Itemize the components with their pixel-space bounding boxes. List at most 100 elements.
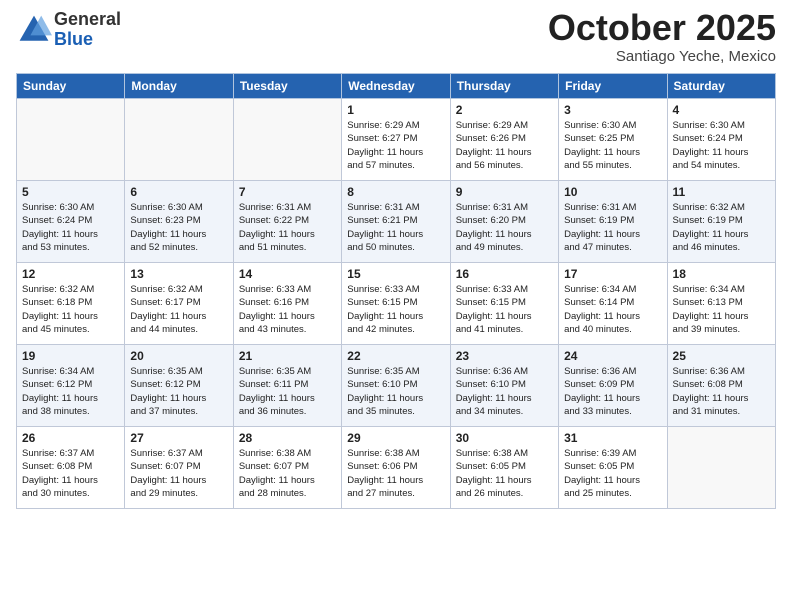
calendar-cell: 10 Sunrise: 6:31 AM Sunset: 6:19 PM Dayli… [559,181,667,263]
day-info: Sunrise: 6:37 AM Sunset: 6:08 PM Dayligh… [22,447,119,500]
day-info: Sunrise: 6:34 AM Sunset: 6:12 PM Dayligh… [22,365,119,418]
calendar-cell [233,99,341,181]
day-info: Sunrise: 6:33 AM Sunset: 6:15 PM Dayligh… [456,283,553,336]
calendar-cell: 5 Sunrise: 6:30 AM Sunset: 6:24 PM Daylig… [17,181,125,263]
day-number: 15 [347,267,444,281]
day-info: Sunrise: 6:38 AM Sunset: 6:07 PM Dayligh… [239,447,336,500]
calendar-cell: 4Sunrise: 6:30 AM Sunset: 6:24 PM Daylig… [667,99,775,181]
weekday-thursday: Thursday [450,74,558,99]
calendar-cell: 27 Sunrise: 6:37 AM Sunset: 6:07 PM Dayli… [125,427,233,509]
calendar-cell: 18Sunrise: 6:34 AM Sunset: 6:13 PM Dayli… [667,263,775,345]
day-number: 1 [347,103,444,117]
logo: General Blue [16,10,121,50]
day-number: 31 [564,431,661,445]
day-info: Sunrise: 6:29 AM Sunset: 6:27 PM Dayligh… [347,119,444,172]
calendar-cell: 12 Sunrise: 6:32 AM Sunset: 6:18 PM Dayli… [17,263,125,345]
calendar-cell [667,427,775,509]
day-number: 27 [130,431,227,445]
day-number: 13 [130,267,227,281]
day-info: Sunrise: 6:33 AM Sunset: 6:16 PM Dayligh… [239,283,336,336]
day-info: Sunrise: 6:32 AM Sunset: 6:19 PM Dayligh… [673,201,770,254]
day-number: 5 [22,185,119,199]
weekday-header-row: SundayMondayTuesdayWednesdayThursdayFrid… [17,74,776,99]
day-info: Sunrise: 6:31 AM Sunset: 6:21 PM Dayligh… [347,201,444,254]
week-row-4: 26 Sunrise: 6:37 AM Sunset: 6:08 PM Dayli… [17,427,776,509]
week-row-0: 1 Sunrise: 6:29 AM Sunset: 6:27 PM Daylig… [17,99,776,181]
calendar-cell: 16 Sunrise: 6:33 AM Sunset: 6:15 PM Dayli… [450,263,558,345]
day-number: 26 [22,431,119,445]
calendar-table: SundayMondayTuesdayWednesdayThursdayFrid… [16,73,776,509]
day-number: 7 [239,185,336,199]
calendar-cell: 25 Sunrise: 6:36 AM Sunset: 6:08 PM Dayli… [667,345,775,427]
title-block: October 2025 Santiago Yeche, Mexico [548,10,776,65]
day-info: Sunrise: 6:30 AM Sunset: 6:24 PM Dayligh… [673,119,770,172]
calendar-cell: 23Sunrise: 6:36 AM Sunset: 6:10 PM Dayli… [450,345,558,427]
month-title: October 2025 [548,10,776,46]
day-info: Sunrise: 6:38 AM Sunset: 6:05 PM Dayligh… [456,447,553,500]
day-number: 6 [130,185,227,199]
day-number: 20 [130,349,227,363]
day-info: Sunrise: 6:35 AM Sunset: 6:12 PM Dayligh… [130,365,227,418]
day-info: Sunrise: 6:36 AM Sunset: 6:09 PM Dayligh… [564,365,661,418]
day-info: Sunrise: 6:36 AM Sunset: 6:08 PM Dayligh… [673,365,770,418]
calendar-cell: 21Sunrise: 6:35 AM Sunset: 6:11 PM Dayli… [233,345,341,427]
day-number: 9 [456,185,553,199]
calendar-cell: 31Sunrise: 6:39 AM Sunset: 6:05 PM Dayli… [559,427,667,509]
calendar-cell: 2 Sunrise: 6:29 AM Sunset: 6:26 PM Daylig… [450,99,558,181]
day-info: Sunrise: 6:33 AM Sunset: 6:15 PM Dayligh… [347,283,444,336]
logo-general-text: General [54,9,121,29]
weekday-tuesday: Tuesday [233,74,341,99]
calendar-cell: 28 Sunrise: 6:38 AM Sunset: 6:07 PM Dayli… [233,427,341,509]
day-info: Sunrise: 6:31 AM Sunset: 6:19 PM Dayligh… [564,201,661,254]
day-number: 22 [347,349,444,363]
calendar-cell: 3 Sunrise: 6:30 AM Sunset: 6:25 PM Daylig… [559,99,667,181]
day-number: 25 [673,349,770,363]
week-row-3: 19 Sunrise: 6:34 AM Sunset: 6:12 PM Dayli… [17,345,776,427]
calendar-cell: 20 Sunrise: 6:35 AM Sunset: 6:12 PM Dayli… [125,345,233,427]
day-info: Sunrise: 6:37 AM Sunset: 6:07 PM Dayligh… [130,447,227,500]
day-info: Sunrise: 6:30 AM Sunset: 6:25 PM Dayligh… [564,119,661,172]
day-info: Sunrise: 6:30 AM Sunset: 6:23 PM Dayligh… [130,201,227,254]
day-number: 16 [456,267,553,281]
calendar-cell: 22 Sunrise: 6:35 AM Sunset: 6:10 PM Dayli… [342,345,450,427]
day-number: 10 [564,185,661,199]
weekday-wednesday: Wednesday [342,74,450,99]
day-info: Sunrise: 6:32 AM Sunset: 6:17 PM Dayligh… [130,283,227,336]
day-number: 2 [456,103,553,117]
logo-icon [16,12,52,48]
day-info: Sunrise: 6:31 AM Sunset: 6:22 PM Dayligh… [239,201,336,254]
calendar-cell: 19 Sunrise: 6:34 AM Sunset: 6:12 PM Dayli… [17,345,125,427]
calendar-cell: 30Sunrise: 6:38 AM Sunset: 6:05 PM Dayli… [450,427,558,509]
day-info: Sunrise: 6:30 AM Sunset: 6:24 PM Dayligh… [22,201,119,254]
calendar-cell: 29 Sunrise: 6:38 AM Sunset: 6:06 PM Dayli… [342,427,450,509]
day-number: 8 [347,185,444,199]
page-header: General Blue October 2025 Santiago Yeche… [16,10,776,65]
calendar-cell: 15 Sunrise: 6:33 AM Sunset: 6:15 PM Dayli… [342,263,450,345]
day-number: 28 [239,431,336,445]
weekday-sunday: Sunday [17,74,125,99]
day-number: 11 [673,185,770,199]
day-number: 12 [22,267,119,281]
calendar-cell: 13 Sunrise: 6:32 AM Sunset: 6:17 PM Dayli… [125,263,233,345]
day-number: 24 [564,349,661,363]
calendar-cell: 26 Sunrise: 6:37 AM Sunset: 6:08 PM Dayli… [17,427,125,509]
day-number: 29 [347,431,444,445]
day-number: 19 [22,349,119,363]
day-info: Sunrise: 6:36 AM Sunset: 6:10 PM Dayligh… [456,365,553,418]
weekday-friday: Friday [559,74,667,99]
calendar-cell: 6 Sunrise: 6:30 AM Sunset: 6:23 PM Daylig… [125,181,233,263]
calendar-cell [125,99,233,181]
day-info: Sunrise: 6:31 AM Sunset: 6:20 PM Dayligh… [456,201,553,254]
day-info: Sunrise: 6:35 AM Sunset: 6:10 PM Dayligh… [347,365,444,418]
day-number: 17 [564,267,661,281]
week-row-1: 5 Sunrise: 6:30 AM Sunset: 6:24 PM Daylig… [17,181,776,263]
day-info: Sunrise: 6:38 AM Sunset: 6:06 PM Dayligh… [347,447,444,500]
day-info: Sunrise: 6:32 AM Sunset: 6:18 PM Dayligh… [22,283,119,336]
week-row-2: 12 Sunrise: 6:32 AM Sunset: 6:18 PM Dayli… [17,263,776,345]
day-number: 18 [673,267,770,281]
day-number: 3 [564,103,661,117]
calendar-cell: 17Sunrise: 6:34 AM Sunset: 6:14 PM Dayli… [559,263,667,345]
weekday-saturday: Saturday [667,74,775,99]
calendar-cell: 11 Sunrise: 6:32 AM Sunset: 6:19 PM Dayli… [667,181,775,263]
day-info: Sunrise: 6:29 AM Sunset: 6:26 PM Dayligh… [456,119,553,172]
